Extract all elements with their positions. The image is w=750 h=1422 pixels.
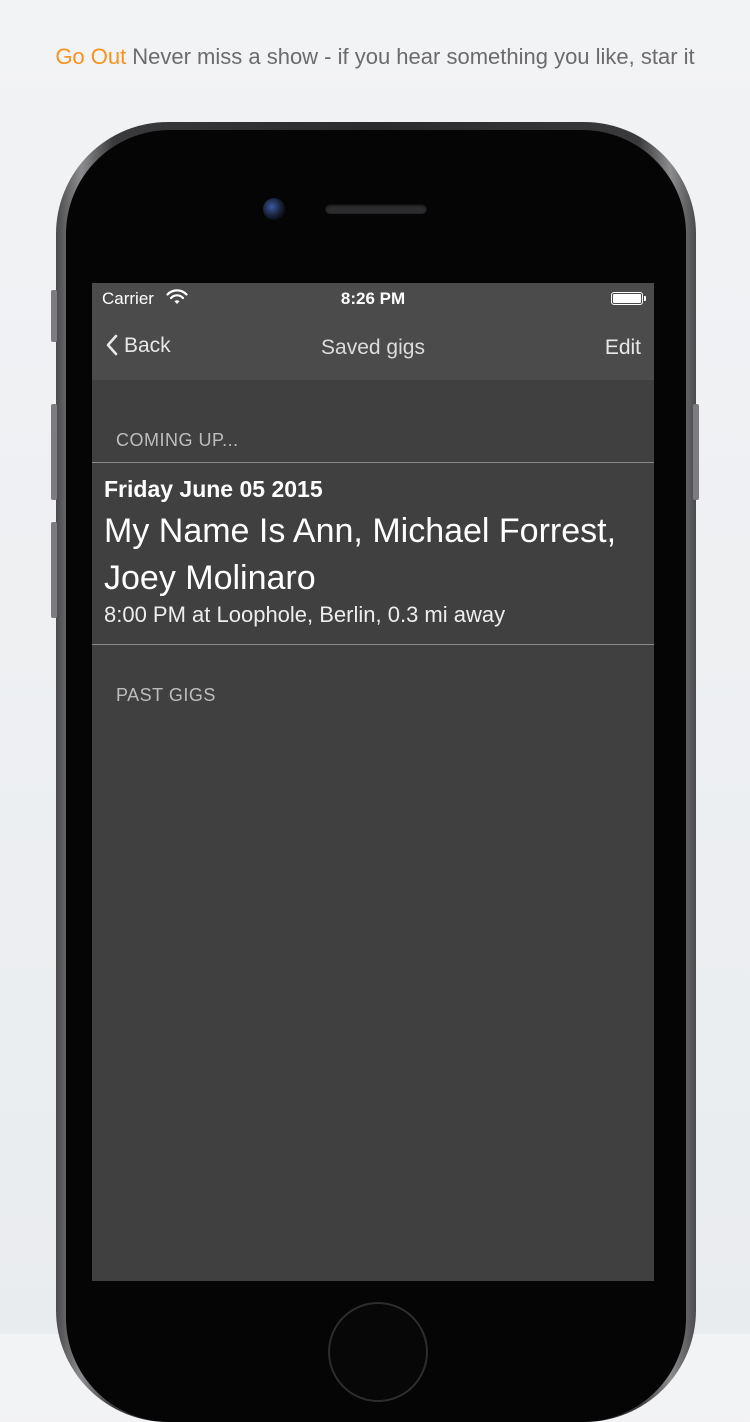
section-header-past: PAST GIGS (116, 685, 216, 705)
front-camera (263, 198, 285, 220)
edit-button[interactable]: Edit (605, 336, 641, 360)
gig-artists: My Name Is Ann, Michael Forrest, Joey Mo… (104, 512, 617, 597)
promo-brand: Go Out (55, 44, 127, 69)
volume-up-button (51, 404, 57, 500)
earpiece-speaker (325, 204, 427, 214)
status-bar: Carrier 8:26 PM (92, 283, 654, 315)
battery-icon (611, 292, 646, 305)
navigation-bar: Back Saved gigs Edit (92, 315, 654, 380)
mute-switch (51, 290, 57, 342)
page-title: Saved gigs (321, 336, 425, 359)
divider (92, 644, 654, 645)
power-button (693, 404, 699, 500)
clock: 8:26 PM (340, 289, 406, 308)
home-button (328, 1302, 428, 1402)
promo-tagline: Never miss a show - if you hear somethin… (132, 44, 695, 69)
app-screen: Carrier 8:26 PM Back Saved gigs Edit COM… (92, 283, 654, 1281)
gig-date: Friday June 05 2015 (104, 476, 323, 502)
promo-caption: Go Out Never miss a show - if you hear so… (0, 44, 750, 70)
gig-details: 8:00 PM at Loophole, Berlin, 0.3 mi away (104, 602, 506, 627)
volume-down-button (51, 522, 57, 618)
gig-row[interactable]: Friday June 05 2015 My Name Is Ann, Mich… (92, 463, 654, 645)
section-header-upcoming: COMING UP... (116, 430, 239, 450)
